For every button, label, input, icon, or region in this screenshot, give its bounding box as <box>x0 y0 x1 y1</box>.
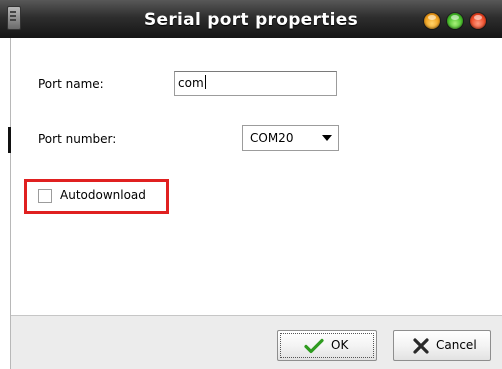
ok-button[interactable]: OK <box>277 330 377 361</box>
maximize-button[interactable] <box>447 13 463 29</box>
cancel-button[interactable]: Cancel <box>393 330 491 361</box>
cancel-button-label: Cancel <box>436 338 477 352</box>
chevron-down-icon[interactable] <box>322 135 332 141</box>
title-bar[interactable]: Serial port properties <box>0 0 502 38</box>
checkmark-icon <box>304 338 324 354</box>
port-name-value: com <box>178 76 204 90</box>
port-number-select[interactable]: COM20 <box>242 125 339 151</box>
close-button[interactable] <box>470 13 486 29</box>
port-name-input[interactable]: com <box>174 71 337 96</box>
port-number-label: Port number: <box>38 132 117 146</box>
x-icon <box>413 338 429 354</box>
ok-button-label: OK <box>331 338 349 352</box>
port-name-label: Port name: <box>38 77 104 91</box>
text-caret <box>204 75 206 89</box>
minimize-button[interactable] <box>424 13 440 29</box>
port-number-value: COM20 <box>250 131 294 145</box>
autodownload-label[interactable]: Autodownload <box>60 188 146 202</box>
serial-port-properties-dialog: Serial port properties Port name: com Po… <box>0 0 502 369</box>
autodownload-checkbox[interactable] <box>38 189 52 203</box>
